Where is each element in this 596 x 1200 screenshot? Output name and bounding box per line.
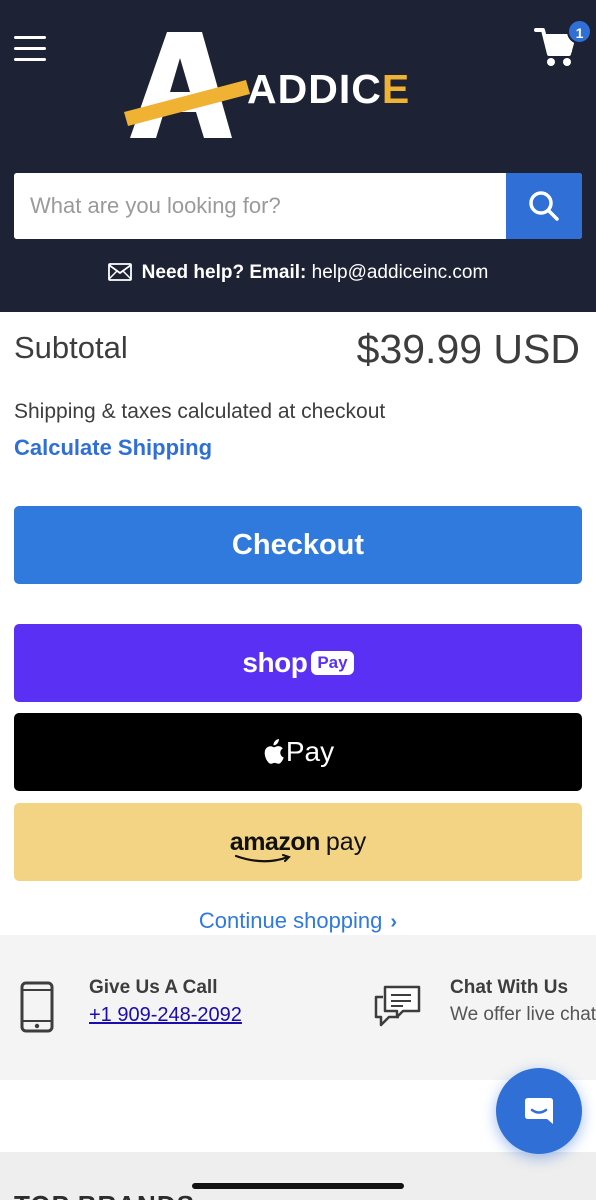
checkout-button[interactable]: Checkout (14, 506, 582, 584)
footer-band: TOP BRANDS (0, 1152, 596, 1200)
subtotal-value: $39.99 USD (356, 326, 580, 372)
logo-a-mark-icon (124, 32, 250, 138)
phone-number-link[interactable]: +1 909-248-2092 (89, 1004, 242, 1027)
search-bar (14, 173, 582, 239)
chevron-right-icon: › (390, 911, 398, 933)
brand-logo[interactable]: ADDICE (122, 28, 482, 143)
chat-with-us-block: Chat With Us We offer live chat (450, 977, 596, 1026)
brand-wordmark: ADDICE (247, 66, 411, 112)
chat-fab-icon (525, 1098, 553, 1124)
mail-icon (107, 263, 132, 281)
amazon-wordmark: amazon (230, 828, 320, 862)
live-chat-button[interactable] (496, 1068, 582, 1154)
continue-shopping-label: Continue shopping (198, 908, 383, 933)
shop-pay-pill: Pay (311, 651, 354, 675)
calculate-shipping-link[interactable]: Calculate Shipping (14, 435, 212, 461)
home-indicator (192, 1183, 404, 1189)
shipping-note: Shipping & taxes calculated at checkout (14, 400, 386, 423)
apple-logo-icon (264, 739, 284, 764)
help-label: Need help? Email: (141, 262, 307, 283)
continue-shopping-link[interactable]: Continue shopping › (0, 908, 596, 934)
call-us-block: Give Us A Call +1 909-248-2092 (89, 977, 242, 1027)
chat-title: Chat With Us (450, 977, 569, 998)
search-button[interactable] (506, 173, 582, 239)
help-line: Need help? Email: help@addiceinc.com (0, 262, 596, 284)
help-email[interactable]: help@addiceinc.com (312, 262, 489, 283)
apple-pay-label: Pay (285, 736, 335, 767)
phone-icon (20, 981, 54, 1038)
hamburger-icon[interactable] (14, 36, 48, 62)
site-header: ADDICE 1 Need help? Email: help@addicein… (0, 0, 596, 312)
chat-subtitle: We offer live chat (450, 1004, 596, 1025)
checkout-label: Checkout (231, 528, 365, 561)
amazon-pay-button[interactable]: amazon pay (14, 803, 582, 881)
chat-bubbles-icon (373, 983, 423, 1034)
shop-pay-wordmark: shop (242, 647, 308, 678)
contact-band: Give Us A Call +1 909-248-2092 Chat With… (0, 935, 596, 1080)
call-us-title: Give Us A Call (89, 977, 218, 998)
apple-pay-button[interactable]: Pay (14, 713, 582, 791)
search-input[interactable] (14, 173, 506, 239)
top-brands-heading: TOP BRANDS (14, 1190, 195, 1200)
amazon-smile-icon (234, 853, 291, 862)
shop-pay-button[interactable]: shop Pay (14, 624, 582, 702)
amazon-pay-label: pay (325, 827, 367, 856)
search-icon (529, 191, 559, 221)
subtotal-label: Subtotal (14, 330, 128, 365)
cart-count-badge: 1 (567, 19, 592, 44)
